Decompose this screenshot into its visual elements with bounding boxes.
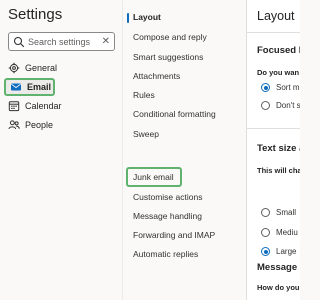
radio-option-dont-sort[interactable]: Don't s [261, 101, 300, 110]
radio-label: Large [276, 247, 297, 256]
active-indicator [127, 13, 129, 23]
menu-item-forwarding-and-imap[interactable]: Forwarding and IMAP [133, 230, 215, 240]
radio-button[interactable] [261, 228, 270, 237]
section-question: Do you wan [257, 68, 300, 77]
radio-option-medium[interactable]: Mediu [261, 228, 298, 237]
email-settings-menu: Layout Compose and reply Smart suggestio… [122, 0, 246, 300]
menu-item-compose-and-reply[interactable]: Compose and reply [133, 32, 207, 42]
nav-item-label: Email [27, 82, 52, 92]
section-heading-focused-inbox: Focused I [257, 45, 300, 56]
radio-label: Small [276, 208, 297, 217]
radio-button[interactable] [261, 208, 270, 217]
clear-icon[interactable]: ✕ [102, 36, 110, 47]
nav-item-general[interactable]: General [8, 60, 57, 76]
menu-item-layout[interactable]: Layout [133, 12, 161, 22]
nav-item-label: Calendar [25, 101, 62, 111]
section-heading-message: Message c [257, 262, 300, 273]
people-icon [8, 120, 20, 130]
search-input[interactable] [28, 36, 98, 47]
divider [247, 32, 300, 33]
section-question: This will cha [257, 166, 300, 175]
settings-nav-pane: Settings ✕ General Email [0, 0, 122, 300]
section-question: How do you [257, 283, 300, 292]
menu-item-junk-email[interactable]: Junk email [133, 172, 174, 182]
radio-label: Don't s [276, 101, 300, 110]
menu-item-sweep[interactable]: Sweep [133, 129, 159, 139]
nav-item-label: People [25, 120, 54, 130]
search-box[interactable]: ✕ [8, 32, 115, 51]
settings-title: Settings [8, 6, 63, 23]
menu-item-smart-suggestions[interactable]: Smart suggestions [133, 52, 203, 62]
radio-label: Mediu [276, 228, 298, 237]
menu-item-customise-actions[interactable]: Customise actions [133, 192, 202, 202]
menu-item-conditional-formatting[interactable]: Conditional formatting [133, 109, 216, 119]
menu-item-message-handling[interactable]: Message handling [133, 211, 202, 221]
nav-item-calendar[interactable]: Calendar [8, 98, 62, 114]
section-heading-text-size: Text size a [257, 143, 300, 154]
radio-button[interactable] [261, 101, 270, 110]
radio-button-checked[interactable] [261, 83, 270, 92]
calendar-icon [8, 101, 20, 112]
gear-icon [8, 62, 20, 74]
search-icon [13, 36, 25, 47]
layout-settings-pane: Layout Focused I Do you wan Sort m Don't… [246, 0, 300, 300]
radio-option-large[interactable]: Large [261, 247, 296, 256]
nav-item-email[interactable]: Email [4, 78, 55, 96]
nav-item-label: General [25, 63, 58, 73]
radio-option-small[interactable]: Small [261, 208, 296, 217]
nav-item-people[interactable]: People [8, 117, 53, 133]
menu-item-automatic-replies[interactable]: Automatic replies [133, 249, 198, 259]
menu-item-rules[interactable]: Rules [133, 90, 155, 100]
radio-option-sort[interactable]: Sort m [261, 83, 300, 92]
section-divider [247, 128, 300, 129]
mail-icon [11, 83, 21, 91]
radio-button-checked[interactable] [261, 247, 270, 256]
menu-item-attachments[interactable]: Attachments [133, 71, 180, 81]
page-title: Layout [257, 9, 295, 23]
radio-label: Sort m [276, 83, 300, 92]
